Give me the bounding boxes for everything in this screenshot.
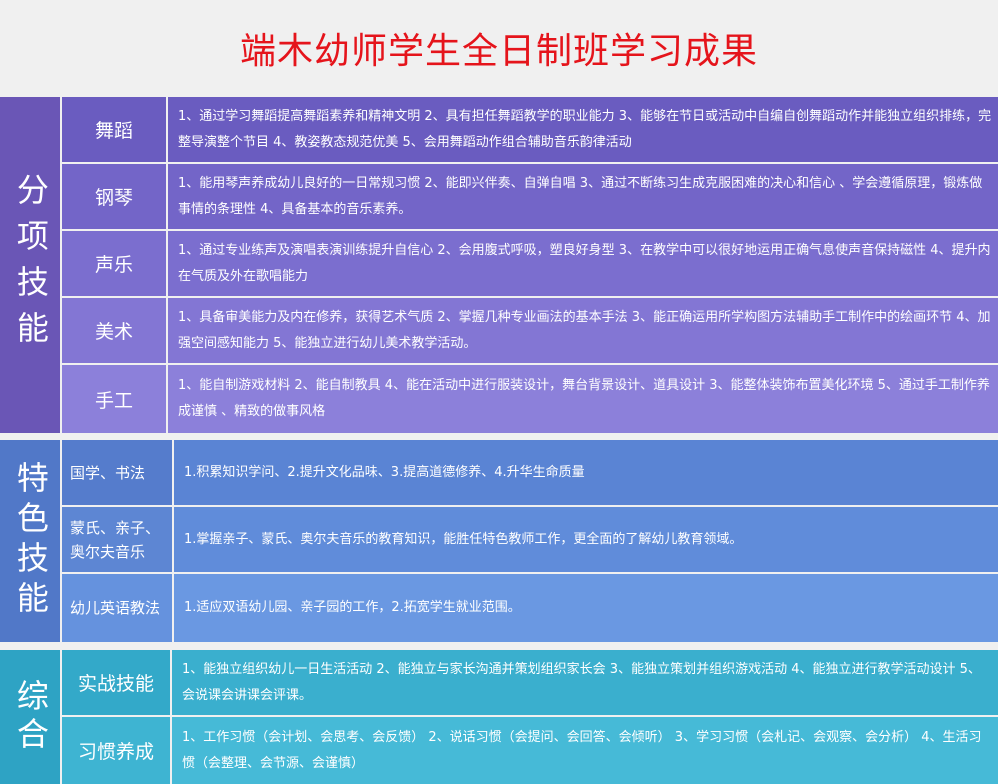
description-text: 1、能用琴声养成幼儿良好的一日常规习惯 2、能即兴伴奏、自弹自唱 3、通过不断练…	[178, 175, 983, 217]
table-row: 声乐 1、通过专业练声及演唱表演训练提升自信心 2、会用腹式呼吸，塑良好身型 3…	[62, 231, 998, 296]
table-row: 手工 1、能自制游戏材料 2、能自制教具 4、能在活动中进行服装设计，舞台背景设…	[62, 365, 998, 433]
category-cell: 实战技能	[62, 650, 170, 715]
table-row: 幼儿英语教法 1.适应双语幼儿园、亲子园的工作，2.拓宽学生就业范围。	[62, 574, 998, 642]
category-cell: 钢琴	[62, 164, 166, 229]
section-label: 综合	[0, 650, 60, 784]
category-cell: 舞蹈	[62, 97, 166, 162]
description-cell: 1.适应双语幼儿园、亲子园的工作，2.拓宽学生就业范围。	[174, 574, 998, 642]
description-cell: 1、工作习惯（会计划、会思考、会反馈） 2、说话习惯（会提问、会回答、会倾听） …	[172, 717, 998, 784]
category-cell: 幼儿英语教法	[62, 574, 172, 642]
description-text: 1、通过学习舞蹈提高舞蹈素养和精神文明 2、具有担任舞蹈教学的职业能力 3、能够…	[178, 108, 992, 150]
description-cell: 1、能自制游戏材料 2、能自制教具 4、能在活动中进行服装设计，舞台背景设计、道…	[168, 365, 998, 433]
description-cell: 1、通过学习舞蹈提高舞蹈素养和精神文明 2、具有担任舞蹈教学的职业能力 3、能够…	[168, 97, 998, 162]
table-row: 美术 1、具备审美能力及内在修养，获得艺术气质 2、掌握几种专业画法的基本手法 …	[62, 298, 998, 363]
description-cell: 1、具备审美能力及内在修养，获得艺术气质 2、掌握几种专业画法的基本手法 3、能…	[168, 298, 998, 363]
category-cell: 习惯养成	[62, 717, 170, 784]
section-tese-jineng: 特色技能 国学、书法 1.积累知识学问、2.提升文化品味、3.提高道德修养、4.…	[0, 440, 998, 642]
description-text: 1、工作习惯（会计划、会思考、会反馈） 2、说话习惯（会提问、会回答、会倾听） …	[182, 729, 982, 771]
description-cell: 1.掌握亲子、蒙氏、奥尔夫音乐的教育知识，能胜任特色教师工作，更全面的了解幼儿教…	[174, 507, 998, 572]
section-label: 分项技能	[0, 97, 60, 433]
title-bar: 端木幼师学生全日制班学习成果	[0, 0, 998, 90]
description-cell: 1、能独立组织幼儿一日生活活动 2、能独立与家长沟通并策划组织家长会 3、能独立…	[172, 650, 998, 715]
description-text: 1.适应双语幼儿园、亲子园的工作，2.拓宽学生就业范围。	[184, 600, 521, 615]
section-zonghe: 综合 实战技能 1、能独立组织幼儿一日生活活动 2、能独立与家长沟通并策划组织家…	[0, 650, 998, 784]
description-cell: 1、通过专业练声及演唱表演训练提升自信心 2、会用腹式呼吸，塑良好身型 3、在教…	[168, 231, 998, 296]
table-row: 国学、书法 1.积累知识学问、2.提升文化品味、3.提高道德修养、4.升华生命质…	[62, 440, 998, 505]
description-cell: 1.积累知识学问、2.提升文化品味、3.提高道德修养、4.升华生命质量	[174, 440, 998, 505]
description-text: 1.积累知识学问、2.提升文化品味、3.提高道德修养、4.升华生命质量	[184, 464, 585, 480]
category-cell: 美术	[62, 298, 166, 363]
category-cell: 声乐	[62, 231, 166, 296]
table-row: 蒙氏、亲子、奥尔夫音乐 1.掌握亲子、蒙氏、奥尔夫音乐的教育知识，能胜任特色教师…	[62, 507, 998, 572]
page-title: 端木幼师学生全日制班学习成果	[239, 31, 758, 72]
description-text: 1.掌握亲子、蒙氏、奥尔夫音乐的教育知识，能胜任特色教师工作，更全面的了解幼儿教…	[184, 531, 743, 547]
section-label-text: 特色技能	[11, 461, 50, 621]
description-text: 1、能自制游戏材料 2、能自制教具 4、能在活动中进行服装设计，舞台背景设计、道…	[178, 378, 990, 419]
category-cell: 手工	[62, 365, 166, 433]
description-cell: 1、能用琴声养成幼儿良好的一日常规习惯 2、能即兴伴奏、自弹自唱 3、通过不断练…	[168, 164, 998, 229]
section-label-text: 分项技能	[11, 173, 50, 357]
category-cell: 蒙氏、亲子、奥尔夫音乐	[62, 507, 172, 572]
description-text: 1、通过专业练声及演唱表演训练提升自信心 2、会用腹式呼吸，塑良好身型 3、在教…	[178, 242, 991, 284]
table-row: 实战技能 1、能独立组织幼儿一日生活活动 2、能独立与家长沟通并策划组织家长会 …	[62, 650, 998, 715]
section-label: 特色技能	[0, 440, 60, 642]
section-label-text: 综合	[11, 679, 50, 755]
table-row: 习惯养成 1、工作习惯（会计划、会思考、会反馈） 2、说话习惯（会提问、会回答、…	[62, 717, 998, 784]
section-fenxiang-jineng: 分项技能 舞蹈 1、通过学习舞蹈提高舞蹈素养和精神文明 2、具有担任舞蹈教学的职…	[0, 97, 998, 433]
description-text: 1、能独立组织幼儿一日生活活动 2、能独立与家长沟通并策划组织家长会 3、能独立…	[182, 661, 981, 703]
description-text: 1、具备审美能力及内在修养，获得艺术气质 2、掌握几种专业画法的基本手法 3、能…	[178, 309, 991, 351]
table-row: 钢琴 1、能用琴声养成幼儿良好的一日常规习惯 2、能即兴伴奏、自弹自唱 3、通过…	[62, 164, 998, 229]
category-cell: 国学、书法	[62, 440, 172, 505]
table-row: 舞蹈 1、通过学习舞蹈提高舞蹈素养和精神文明 2、具有担任舞蹈教学的职业能力 3…	[62, 97, 998, 162]
